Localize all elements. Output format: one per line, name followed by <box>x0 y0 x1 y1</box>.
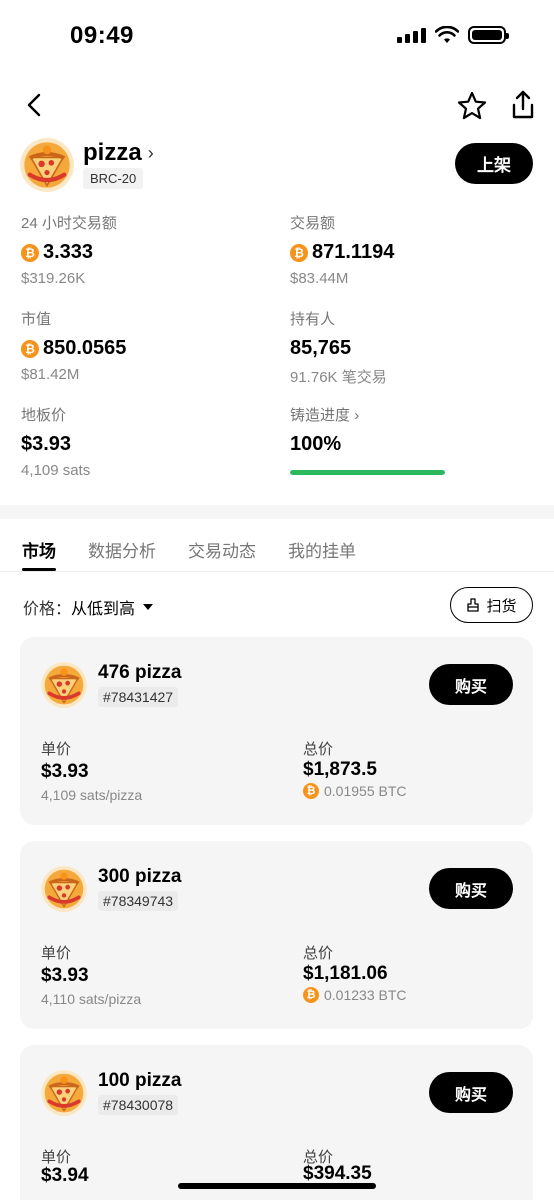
total-price: $1,181.06 <box>303 963 388 984</box>
bitcoin-icon: ₿ <box>303 783 319 799</box>
stat-value-text: 871.1194 <box>312 241 395 263</box>
stat-holders: 持有人 85,765 91.76K 笔交易 <box>290 308 387 387</box>
bitcoin-icon: ₿ <box>303 987 319 1003</box>
listing-card: 300 pizza #78349743 购买 单价 $3.93 4,110 sa… <box>20 841 533 1029</box>
bitcoin-icon: ₿ <box>21 243 39 262</box>
chevron-right-icon: › <box>147 142 154 163</box>
buy-button[interactable]: 购买 <box>429 1072 513 1113</box>
stat-value-text: 3.333 <box>43 241 94 263</box>
stat-floor-price: 地板价 $3.93 4,109 sats <box>21 404 90 479</box>
stat-volume-24h: 24 小时交易额 ₿ 3.333 $319.26K <box>21 212 117 287</box>
unit-price-label: 单价 <box>41 1149 72 1166</box>
pizza-token-logo <box>41 1070 87 1116</box>
sort-label: 价格： <box>23 601 72 618</box>
total-price-btc: ₿ 0.01955 BTC <box>303 783 407 799</box>
total-price-label: 总价 <box>303 741 334 758</box>
listing-card: 100 pizza #78430078 购买 单价 $3.94 总价 $394.… <box>20 1045 533 1200</box>
stat-value: 85,765 <box>290 337 352 359</box>
listing-title: 476 pizza <box>98 662 182 683</box>
mint-progress-bar <box>290 470 445 475</box>
stat-sub: $83.44M <box>290 270 349 287</box>
caret-down-icon <box>143 604 154 610</box>
token-standard-badge: BRC-20 <box>83 168 144 189</box>
stat-sub: 91.76K 笔交易 <box>290 369 387 386</box>
stat-label: 持有人 <box>290 311 336 328</box>
buy-button[interactable]: 购买 <box>429 868 513 909</box>
total-price: $1,873.5 <box>303 759 377 780</box>
star-outline-icon[interactable] <box>456 90 488 122</box>
wifi-icon <box>435 26 459 43</box>
status-time: 09:49 <box>70 22 134 49</box>
stat-value: ₿ 3.333 <box>21 241 117 264</box>
sweep-label: 扫货 <box>486 597 517 615</box>
unit-price-label: 单价 <box>41 741 72 758</box>
list-button[interactable]: 上架 <box>455 143 533 184</box>
broom-icon <box>467 598 480 612</box>
chevron-right-icon: › <box>354 407 360 424</box>
tab-my-listings[interactable]: 我的挂单 <box>288 537 356 571</box>
tab-divider <box>0 571 554 572</box>
bitcoin-icon: ₿ <box>21 339 39 358</box>
total-btc-text: 0.01955 BTC <box>324 783 407 799</box>
stat-sub: $81.42M <box>21 366 80 383</box>
unit-price: $3.93 <box>41 761 89 782</box>
stat-label: 交易额 <box>290 215 336 232</box>
stat-market-cap: 市值 ₿ 850.0565 $81.42M <box>21 308 126 383</box>
token-name: pizza <box>83 139 142 166</box>
total-btc-text: 0.01233 BTC <box>324 987 407 1003</box>
token-name-link[interactable]: pizza › <box>83 139 154 167</box>
unit-price-sats: 4,109 sats/pizza <box>41 787 143 803</box>
sort-dropdown[interactable]: 价格： 从低到高 <box>23 595 154 619</box>
share-icon[interactable] <box>508 88 538 122</box>
tab-market[interactable]: 市场 <box>22 537 56 571</box>
stat-sub: $319.26K <box>21 270 86 287</box>
total-price: $394.35 <box>303 1163 372 1184</box>
stat-sub: 4,109 sats <box>21 462 91 479</box>
stat-value: $3.93 <box>21 433 72 455</box>
stat-value-text: 850.0565 <box>43 337 127 359</box>
pizza-token-logo <box>41 866 87 912</box>
pizza-token-logo <box>20 138 74 192</box>
chevron-left-icon[interactable] <box>20 88 50 122</box>
unit-price-sats: 4,110 sats/pizza <box>41 991 142 1007</box>
stat-label: 铸造进度 › <box>290 407 360 424</box>
total-price-label: 总价 <box>303 945 334 962</box>
mint-progress-fill <box>290 470 445 475</box>
pizza-token-logo <box>41 662 87 708</box>
sort-value: 从低到高 <box>71 601 136 618</box>
listing-card: 476 pizza #78431427 购买 单价 $3.93 4,109 sa… <box>20 637 533 825</box>
listing-title: 300 pizza <box>98 866 182 887</box>
listing-title: 100 pizza <box>98 1070 182 1091</box>
status-bar: 09:49 <box>0 0 554 70</box>
tab-analytics[interactable]: 数据分析 <box>88 537 156 571</box>
bitcoin-icon: ₿ <box>290 243 308 262</box>
sweep-button[interactable]: 扫货 <box>450 587 533 623</box>
home-indicator <box>178 1183 376 1189</box>
stat-label: 24 小时交易额 <box>21 215 117 232</box>
stat-label: 市值 <box>21 311 52 328</box>
listing-id: #78431427 <box>98 687 179 707</box>
stat-value: ₿ 871.1194 <box>290 241 394 264</box>
listing-id: #78430078 <box>98 1095 179 1115</box>
unit-price: $3.93 <box>41 965 89 986</box>
stat-value: ₿ 850.0565 <box>21 337 126 360</box>
tab-activity[interactable]: 交易动态 <box>188 537 256 571</box>
unit-price: $3.94 <box>41 1165 89 1186</box>
total-price-btc: ₿ 0.01233 BTC <box>303 987 407 1003</box>
unit-price-label: 单价 <box>41 945 72 962</box>
battery-icon <box>468 26 509 44</box>
stat-label: 地板价 <box>21 407 67 424</box>
cellular-signal-icon <box>397 27 426 43</box>
section-divider <box>0 505 554 519</box>
stat-value: 100% <box>290 433 342 455</box>
stat-total-volume: 交易额 ₿ 871.1194 $83.44M <box>290 212 394 287</box>
listing-id: #78349743 <box>98 891 179 911</box>
stat-mint-progress[interactable]: 铸造进度 › 100% <box>290 404 445 475</box>
buy-button[interactable]: 购买 <box>429 664 513 705</box>
tab-bar: 市场 数据分析 交易动态 我的挂单 <box>22 537 356 571</box>
status-icons <box>397 26 509 44</box>
